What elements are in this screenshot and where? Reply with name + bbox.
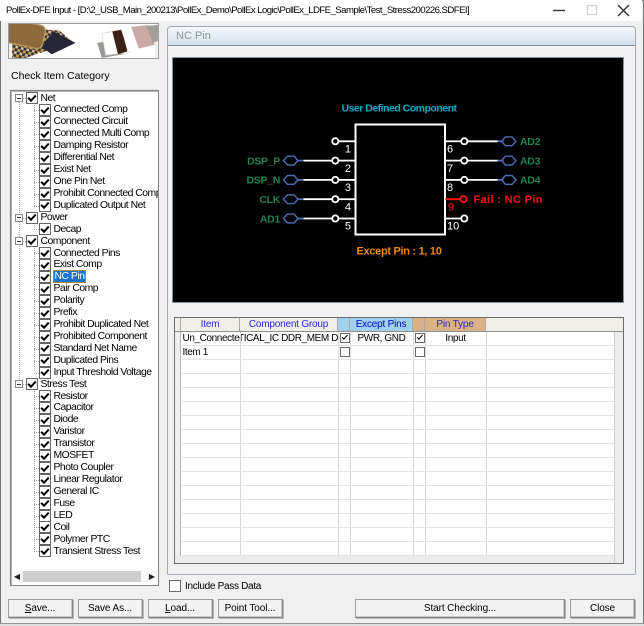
svg-text:AD2: AD2	[520, 136, 541, 148]
svg-text:3: 3	[345, 182, 351, 194]
svg-text:9: 9	[448, 201, 454, 213]
svg-text:AD4: AD4	[520, 175, 541, 187]
svg-text:6: 6	[447, 144, 453, 156]
svg-text:8: 8	[447, 182, 453, 194]
svg-text:4: 4	[345, 201, 351, 213]
svg-text:CLK: CLK	[259, 194, 280, 206]
svg-text:DSP_P: DSP_P	[247, 155, 280, 167]
svg-text:User Defined Component: User Defined Component	[341, 102, 457, 114]
svg-text:7: 7	[447, 163, 453, 175]
svg-text:10: 10	[447, 221, 459, 233]
svg-text:Except Pin : 1, 10: Except Pin : 1, 10	[356, 246, 441, 258]
svg-text:Fail : NC Pin: Fail : NC Pin	[474, 194, 543, 206]
svg-text:5: 5	[345, 221, 351, 233]
svg-text:1: 1	[345, 144, 351, 156]
svg-text:AD1: AD1	[260, 213, 281, 225]
svg-text:DSP_N: DSP_N	[246, 175, 280, 187]
svg-text:2: 2	[345, 163, 351, 175]
svg-text:AD3: AD3	[520, 155, 541, 167]
